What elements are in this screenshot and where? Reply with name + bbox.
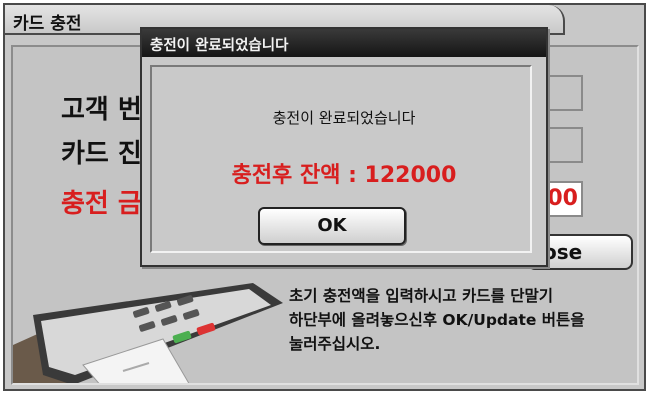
dialog-titlebar: 충전이 완료되었습니다 — [142, 29, 546, 57]
instructions-text: 초기 충전액을 입력하시고 카드를 단말기 하단부에 올려놓으신후 OK/Upd… — [289, 284, 637, 356]
card-status-field — [547, 127, 583, 163]
dialog-message: 충전이 완료되었습니다 — [272, 109, 416, 127]
ok-button[interactable]: OK — [258, 207, 406, 245]
instruction-line: 하단부에 올려놓으신후 OK/Update 버튼을 — [289, 311, 585, 329]
customer-number-input[interactable] — [547, 75, 583, 111]
card-status-label: 카드 진 — [61, 139, 142, 169]
balance-after-charge: 충전후 잔액 : 122000 — [231, 163, 457, 188]
card-terminal-illustration — [13, 283, 283, 383]
customer-number-label: 고객 번 — [61, 95, 142, 125]
dialog-title: 충전이 완료되었습니다 — [150, 38, 289, 54]
charge-complete-dialog: 충전이 완료되었습니다 충전이 완료되었습니다 충전후 잔액 : 122000 … — [140, 27, 548, 267]
charge-amount-label: 충전 금 — [61, 189, 142, 219]
instruction-line: 초기 충전액을 입력하시고 카드를 단말기 — [289, 287, 554, 305]
window-title: 카드 충전 — [13, 14, 82, 34]
instruction-line: 눌러주십시오. — [289, 335, 381, 353]
